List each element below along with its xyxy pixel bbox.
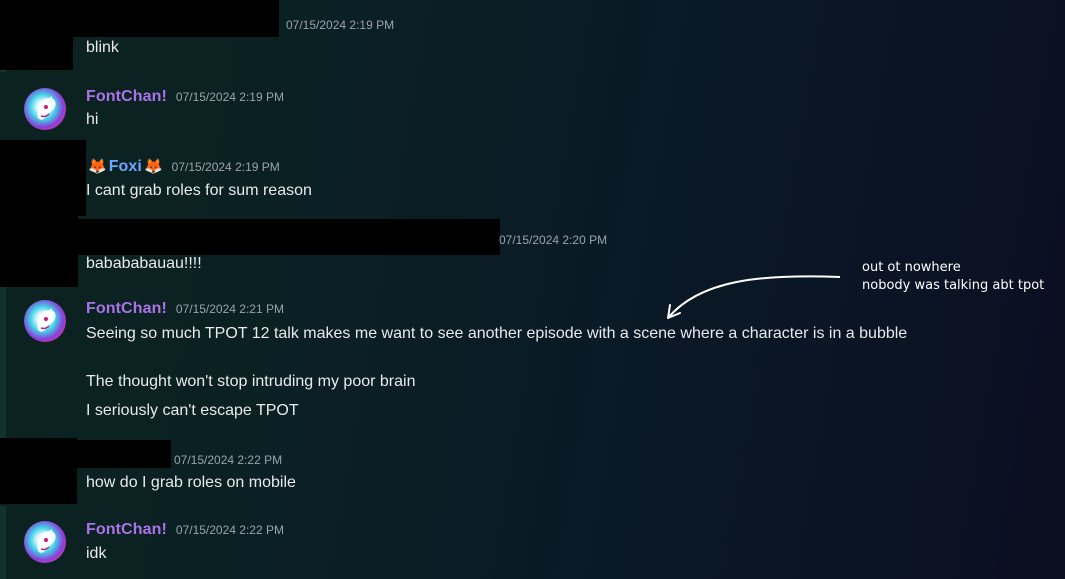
message-6[interactable]: 07/15/2024 2:22 PM how do I grab roles o… [0, 438, 1065, 506]
annotation-line-1: out ot nowhere [862, 260, 961, 275]
followup-message-text: The thought won't stop intruding my poor… [86, 373, 416, 390]
message-1[interactable]: 07/15/2024 2:19 PM blink [0, 0, 1065, 72]
avatar-mascot-icon [37, 96, 56, 120]
message-timestamp[interactable]: 07/15/2024 2:21 PM [176, 302, 284, 316]
message-highlight-bar [0, 288, 6, 438]
message-timestamp[interactable]: 07/15/2024 2:19 PM [172, 160, 280, 174]
fox-emoji-icon: 🦊 [143, 158, 163, 175]
message-5[interactable]: FontChan! 07/15/2024 2:21 PM Seeing so m… [0, 288, 1065, 438]
message-text: Seeing so much TPOT 12 talk makes me wan… [86, 325, 908, 342]
redacted-username [0, 219, 500, 255]
fontchan-avatar[interactable] [24, 521, 66, 563]
fox-emoji-icon: 🦊 [88, 158, 107, 175]
avatar-mascot-icon [37, 529, 56, 553]
message-text: babababauau!!!! [86, 255, 202, 272]
redacted-username [0, 440, 171, 468]
annotation-note: out ot nowhere nobody was talking abt tp… [862, 259, 1044, 295]
message-timestamp[interactable]: 07/15/2024 2:19 PM [286, 18, 394, 32]
message-timestamp[interactable]: 07/15/2024 2:20 PM [499, 233, 607, 247]
message-2[interactable]: FontChan! 07/15/2024 2:19 PM hi [0, 72, 1065, 140]
message-text: blink [86, 39, 119, 56]
author-name[interactable]: FontChan! [86, 88, 167, 106]
message-7[interactable]: FontChan! 07/15/2024 2:22 PM idk [0, 506, 1065, 579]
message-text: how do I grab roles on mobile [86, 474, 296, 491]
annotation-line-2: nobody was talking abt tpot [862, 278, 1045, 293]
redacted-avatar [0, 140, 86, 216]
message-highlight-bar [0, 506, 6, 579]
message-3[interactable]: 🦊 Foxi 🦊 07/15/2024 2:19 PM I cant grab … [0, 140, 1065, 216]
avatar-mascot-icon [37, 308, 56, 332]
message-timestamp[interactable]: 07/15/2024 2:19 PM [176, 90, 284, 104]
redacted-username [0, 0, 279, 37]
followup-message-text: I seriously can't escape TPOT [86, 402, 299, 419]
author-name[interactable]: FontChan! [86, 300, 167, 318]
fontchan-avatar[interactable] [24, 300, 66, 342]
message-text: idk [86, 545, 107, 562]
author-name[interactable]: FontChan! [86, 521, 167, 539]
author-name[interactable]: Foxi [109, 158, 142, 176]
message-text: hi [86, 111, 99, 128]
message-text: I cant grab roles for sum reason [86, 182, 312, 199]
message-timestamp[interactable]: 07/15/2024 2:22 PM [176, 523, 284, 537]
message-timestamp[interactable]: 07/15/2024 2:22 PM [174, 453, 282, 467]
fontchan-avatar[interactable] [24, 88, 66, 130]
